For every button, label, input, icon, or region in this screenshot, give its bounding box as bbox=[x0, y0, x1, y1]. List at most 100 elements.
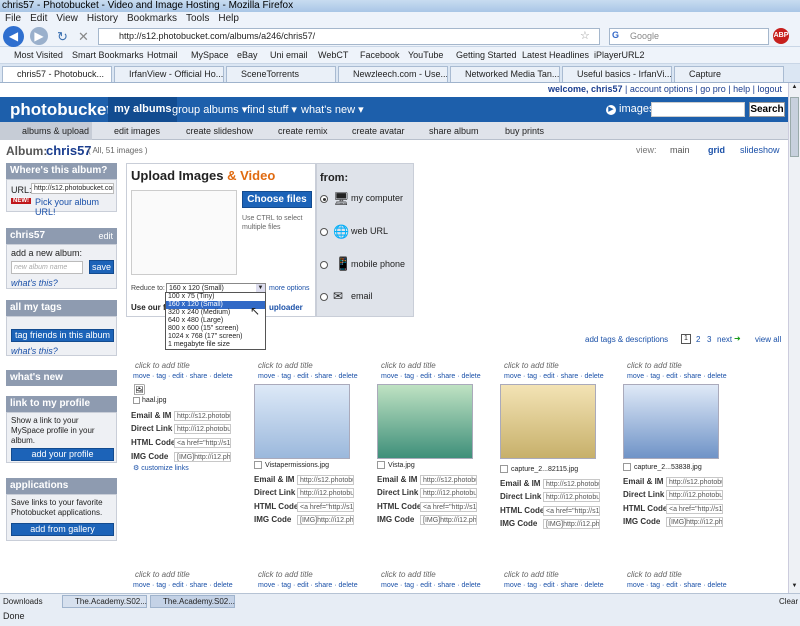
photo-thumbnail[interactable] bbox=[377, 384, 473, 459]
menu-edit[interactable]: Edit bbox=[30, 12, 47, 25]
tab-networked-media[interactable]: Networked Media Tan... bbox=[450, 66, 560, 82]
photo-actions[interactable]: move · tag · edit · share · delete bbox=[504, 582, 604, 589]
direct-link-field[interactable]: http://i12.photobu bbox=[174, 424, 231, 434]
photo-checkbox[interactable] bbox=[377, 461, 385, 469]
photobucket-logo[interactable]: photobucket bbox=[10, 100, 112, 120]
file-drop-area[interactable] bbox=[131, 190, 237, 275]
click-to-add-title[interactable]: click to add title bbox=[504, 570, 559, 579]
clear-button[interactable]: Clear bbox=[779, 597, 798, 606]
page-1[interactable]: 1 bbox=[681, 334, 691, 344]
bookmark-item[interactable]: WebCT bbox=[318, 47, 348, 64]
edit-link[interactable]: edit bbox=[98, 228, 113, 244]
dropdown-option[interactable]: 640 x 480 (Large) bbox=[166, 317, 265, 325]
tab-newzleech[interactable]: Newzleech.com - Use... bbox=[338, 66, 448, 82]
html-code-field[interactable]: <a href="http://s12 bbox=[666, 504, 723, 514]
adblock-icon[interactable]: ABP bbox=[773, 28, 789, 44]
click-to-add-title[interactable]: click to add title bbox=[627, 570, 682, 579]
dropdown-option[interactable]: 1024 x 768 (17" screen) bbox=[166, 333, 265, 341]
photo-actions[interactable]: move · tag · edit · share · delete bbox=[381, 582, 481, 589]
source-mobile-phone[interactable]: mobile phone bbox=[351, 259, 405, 269]
photo-checkbox[interactable] bbox=[254, 461, 262, 469]
subnav-create-remix[interactable]: create remix bbox=[278, 122, 328, 140]
photo-checkbox[interactable] bbox=[623, 463, 631, 471]
new-album-input[interactable]: new album name bbox=[11, 261, 83, 274]
subnav-create-avatar[interactable]: create avatar bbox=[352, 122, 405, 140]
img-code-field[interactable]: [IMG]http://i12.ph bbox=[297, 515, 354, 525]
bookmark-item[interactable]: Latest Headlines bbox=[522, 47, 589, 64]
add-profile-button[interactable]: add your profile bbox=[11, 448, 114, 461]
pick-url-link[interactable]: Pick your album URL! bbox=[35, 197, 116, 217]
dropdown-option[interactable]: 1 megabyte file size bbox=[166, 341, 265, 349]
click-to-add-title[interactable]: click to add title bbox=[135, 570, 190, 579]
photo-thumbnail[interactable] bbox=[500, 384, 596, 459]
photo-thumbnail[interactable] bbox=[623, 384, 719, 459]
html-code-field[interactable]: <a href="http://s12 bbox=[297, 502, 354, 512]
download-task[interactable]: The.Academy.S02... bbox=[150, 595, 235, 608]
photo-checkbox[interactable] bbox=[500, 465, 508, 473]
tab-capture[interactable]: Capture bbox=[674, 66, 784, 82]
dropdown-option[interactable]: 100 x 75 (Tiny) bbox=[166, 293, 265, 301]
subnav-buy-prints[interactable]: buy prints bbox=[505, 122, 544, 140]
source-web-url[interactable]: web URL bbox=[351, 226, 388, 236]
bookmark-item[interactable]: Getting Started bbox=[456, 47, 517, 64]
star-icon[interactable]: ☆ bbox=[580, 29, 590, 42]
photo-actions[interactable]: move · tag · edit · share · delete bbox=[504, 373, 604, 380]
subnav-share-album[interactable]: share album bbox=[429, 122, 479, 140]
menu-help[interactable]: Help bbox=[218, 12, 239, 25]
photo-checkbox[interactable] bbox=[133, 397, 140, 404]
click-to-add-title[interactable]: click to add title bbox=[135, 361, 190, 370]
account-options-link[interactable]: account options bbox=[630, 84, 693, 94]
email-im-field[interactable]: http://s12.photobu bbox=[666, 477, 723, 487]
uploader-link[interactable]: uploader bbox=[269, 303, 303, 312]
url-input[interactable]: http://s12.photobucket.com/albums/a246/c… bbox=[98, 28, 600, 45]
photo-actions[interactable]: move · tag · edit · share · delete bbox=[627, 373, 727, 380]
nav-find-stuff[interactable]: find stuff ▾ bbox=[247, 103, 297, 116]
click-to-add-title[interactable]: click to add title bbox=[627, 361, 682, 370]
photo-actions[interactable]: move · tag · edit · share · delete bbox=[381, 373, 481, 380]
bookmark-item[interactable]: Most Visited bbox=[14, 47, 63, 64]
bookmark-item[interactable]: Smart Bookmarks bbox=[72, 47, 144, 64]
bookmark-item[interactable]: iPlayerURL2 bbox=[594, 47, 645, 64]
go-pro-link[interactable]: go pro bbox=[700, 84, 726, 94]
direct-link-field[interactable]: http://i12.photobu bbox=[543, 492, 600, 502]
tab-scenetorrents[interactable]: SceneTorrents bbox=[226, 66, 336, 82]
radio-web-url[interactable] bbox=[320, 228, 328, 236]
nav-group-albums[interactable]: group albums ▾ bbox=[172, 103, 247, 116]
direct-link-field[interactable]: http://i12.photobu bbox=[420, 488, 477, 498]
subnav-albums-upload[interactable]: albums & upload bbox=[0, 122, 92, 140]
view-grid[interactable]: grid bbox=[708, 145, 725, 155]
source-my-computer[interactable]: my computer bbox=[351, 193, 403, 203]
click-to-add-title[interactable]: click to add title bbox=[258, 570, 313, 579]
stop-icon[interactable]: ✕ bbox=[78, 29, 89, 45]
direct-link-field[interactable]: http://i12.photobu bbox=[666, 490, 723, 500]
bookmark-item[interactable]: Facebook bbox=[360, 47, 400, 64]
menu-view[interactable]: View bbox=[56, 12, 78, 25]
back-icon[interactable]: ◀ bbox=[3, 26, 24, 47]
tab-useful-basics[interactable]: Useful basics - IrfanVi... bbox=[562, 66, 672, 82]
source-email[interactable]: email bbox=[351, 291, 373, 301]
choose-files-button[interactable]: Choose files bbox=[242, 191, 312, 208]
save-button[interactable]: save bbox=[89, 260, 114, 274]
img-code-field[interactable]: [IMG]http://i12.ph bbox=[420, 515, 477, 525]
dropdown-option[interactable]: 800 x 600 (15" screen) bbox=[166, 325, 265, 333]
img-code-field[interactable]: [IMG]http://i12.ph bbox=[174, 452, 231, 462]
tab-irfanview[interactable]: IrfanView - Official Ho... bbox=[114, 66, 224, 82]
scroll-down-icon[interactable]: ▼ bbox=[790, 583, 799, 592]
reload-icon[interactable]: ↻ bbox=[57, 29, 68, 45]
vertical-scrollbar[interactable]: ▲ ▼ bbox=[788, 83, 800, 593]
photo-actions[interactable]: move · tag · edit · share · delete bbox=[133, 373, 233, 380]
click-to-add-title[interactable]: click to add title bbox=[504, 361, 559, 370]
help-link[interactable]: help bbox=[733, 84, 750, 94]
img-code-field[interactable]: [IMG]http://i12.ph bbox=[666, 517, 723, 527]
view-main[interactable]: main bbox=[670, 145, 690, 155]
customize-links[interactable]: ⚙ customize links bbox=[133, 464, 189, 472]
add-from-gallery-button[interactable]: add from gallery bbox=[11, 523, 114, 536]
more-options-link[interactable]: more options bbox=[269, 285, 309, 292]
html-code-field[interactable]: <a href="http://s12 bbox=[174, 438, 231, 448]
radio-email[interactable] bbox=[320, 293, 328, 301]
add-tags-link[interactable]: add tags & descriptions bbox=[585, 335, 668, 344]
whats-this-link[interactable]: what's this? bbox=[11, 278, 58, 288]
forward-icon[interactable]: ▶ bbox=[30, 27, 48, 45]
radio-mobile-phone[interactable] bbox=[320, 261, 328, 269]
logout-link[interactable]: logout bbox=[757, 84, 782, 94]
